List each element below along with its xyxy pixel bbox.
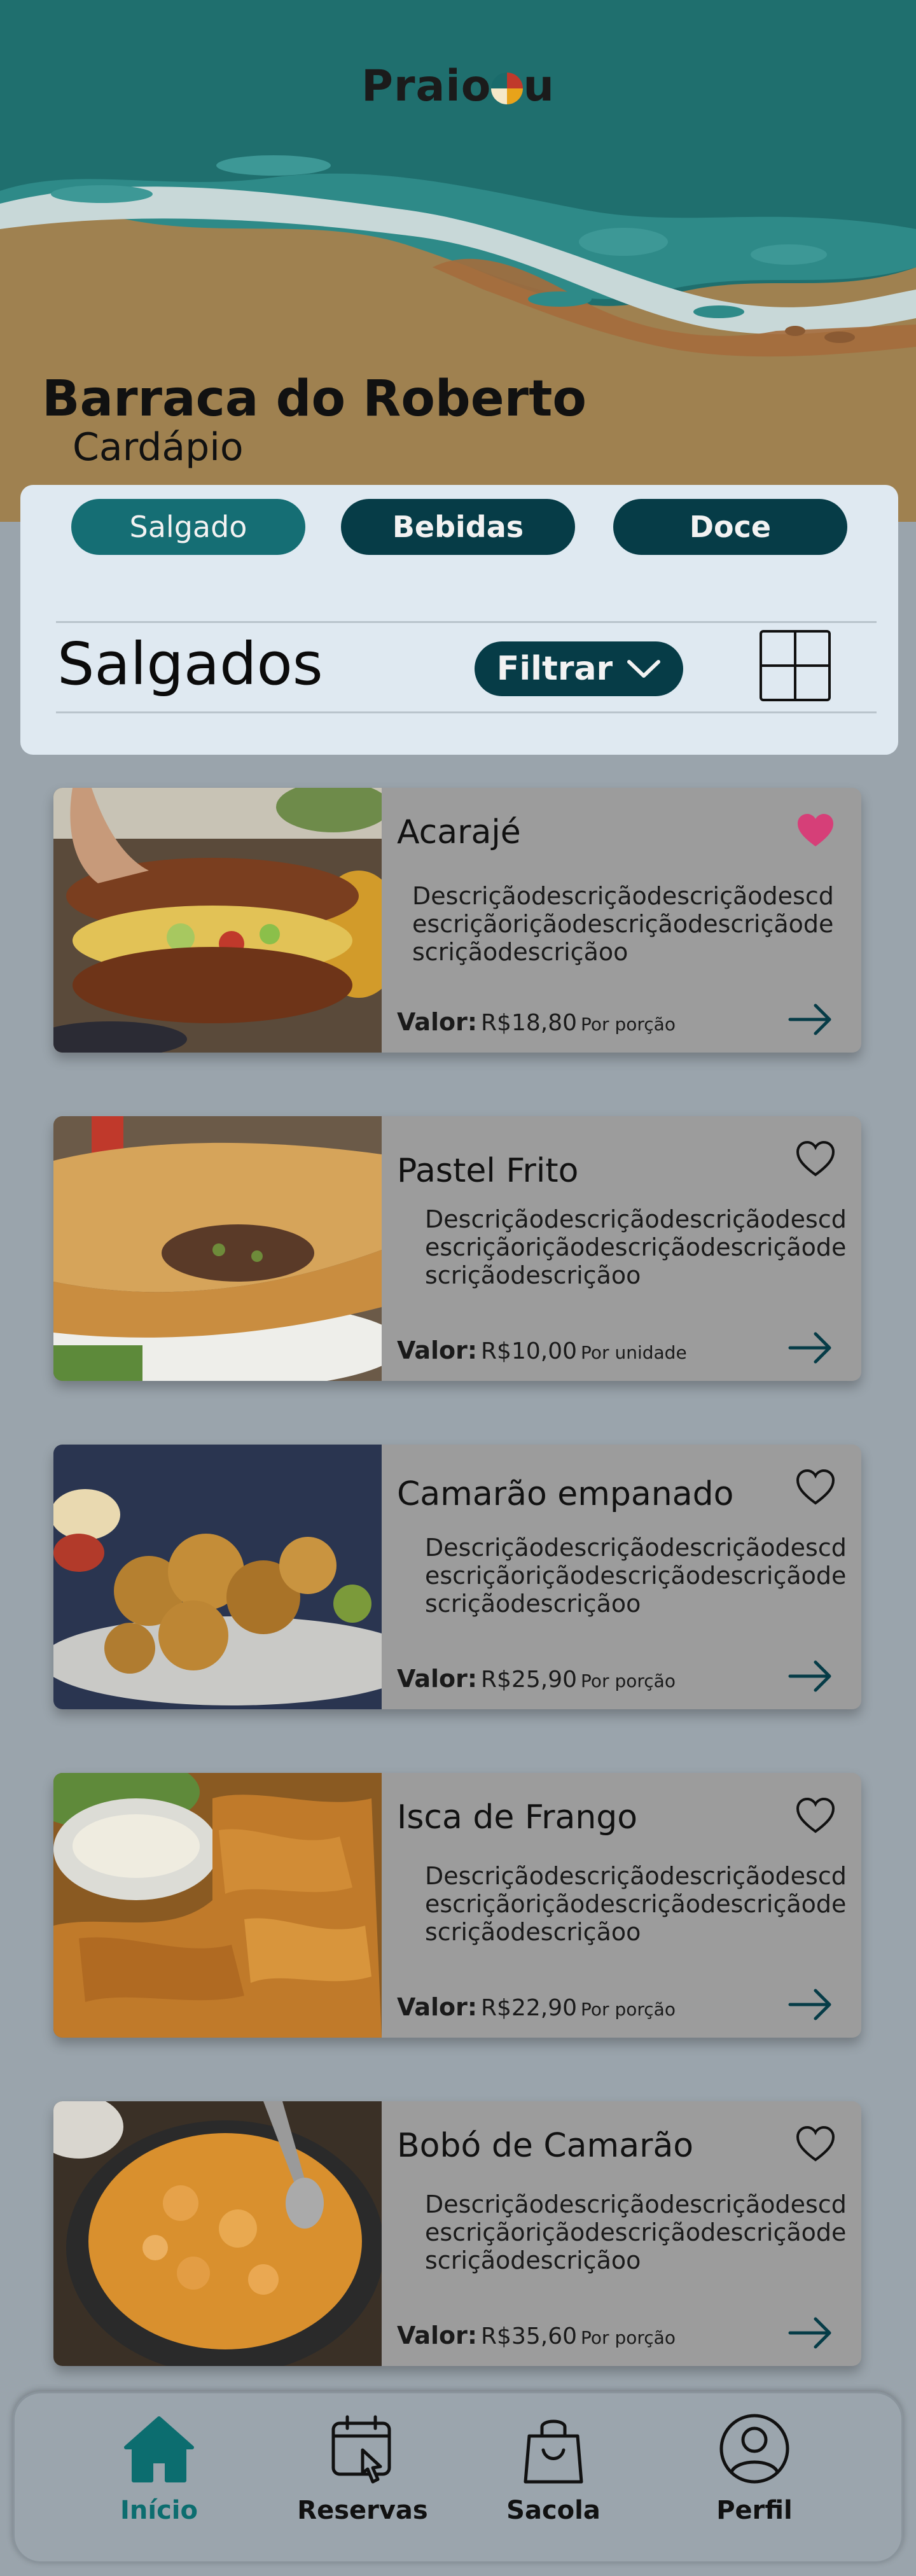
item-price: R$10,00: [481, 1338, 578, 1364]
shopping-bag-icon: [524, 2419, 583, 2484]
bobo-camarao-image: [53, 2101, 382, 2366]
logo-text: Praio: [361, 61, 492, 111]
menu-item-card[interactable]: Camarão empanado Descriçãodescriçãodescr…: [53, 1445, 861, 1709]
acaraje-image: [53, 788, 382, 1053]
menu-item-card[interactable]: Bobó de Camarão Descriçãodescriçãodescri…: [53, 2101, 861, 2366]
category-panel: Salgado Bebidas Doce Salgados Filtrar: [20, 485, 898, 755]
app-logo: Praio u: [0, 61, 916, 111]
price-row: Valor: R$22,90 Por porção: [397, 1993, 676, 2021]
chevron-down-icon: [627, 660, 661, 678]
item-description: Descriçãodescriçãodescriçãodescdescrição…: [425, 1205, 847, 1289]
item-description: Descriçãodescriçãodescriçãodescdescrição…: [425, 1862, 847, 1946]
heart-outline-icon[interactable]: [795, 2125, 836, 2162]
item-unit: Por porção: [581, 1999, 676, 2020]
price-row: Valor: R$10,00 Por unidade: [397, 1336, 687, 1364]
item-unit: Por unidade: [581, 1342, 687, 1363]
item-price: R$35,60: [481, 2323, 578, 2349]
item-unit: Por porção: [581, 2327, 676, 2348]
pastel-image: [53, 1116, 382, 1381]
price-row: Valor: R$35,60 Por porção: [397, 2321, 676, 2349]
item-name: Isca de Frango: [397, 1798, 638, 1837]
nav-label: Sacola: [506, 2496, 600, 2525]
item-price: R$18,80: [481, 1010, 578, 1036]
calendar-touch-icon: [331, 2415, 391, 2484]
price-row: Valor: R$25,90 Por porção: [397, 1665, 676, 1693]
grid-view-icon[interactable]: [760, 630, 831, 701]
user-icon: [719, 2414, 789, 2484]
item-unit: Por porção: [581, 1014, 676, 1035]
item-name: Camarão empanado: [397, 1475, 734, 1513]
heart-outline-icon[interactable]: [795, 1469, 836, 1506]
heart-outline-icon[interactable]: [795, 1797, 836, 1834]
item-price: R$22,90: [481, 1995, 578, 2021]
store-name: Barraca do Roberto: [42, 370, 586, 428]
category-salgado-button[interactable]: Salgado: [71, 499, 305, 555]
nav-item-perfil[interactable]: Perfil: [665, 2411, 843, 2551]
divider-bottom: [56, 711, 877, 713]
beach-header: Praio u Barraca do Roberto Cardápio: [0, 0, 916, 522]
item-description: Descriçãodescriçãodescriçãodescdescrição…: [412, 882, 834, 966]
item-description: Descriçãodescriçãodescriçãodescdescrição…: [425, 1534, 847, 1618]
beach-ball-icon: [491, 73, 524, 104]
nav-item-sacola[interactable]: Sacola: [464, 2411, 642, 2551]
value-label: Valor:: [397, 1665, 478, 1693]
logo-text-end: u: [523, 61, 555, 111]
price-row: Valor: R$18,80 Por porção: [397, 1008, 676, 1036]
item-unit: Por porção: [581, 1670, 676, 1691]
nav-label: Reservas: [297, 2496, 428, 2525]
item-price: R$25,90: [481, 1667, 578, 1693]
arrow-right-icon[interactable]: [788, 1331, 833, 1364]
nav-item-reservas[interactable]: Reservas: [274, 2411, 452, 2551]
category-bebidas-button[interactable]: Bebidas: [341, 499, 575, 555]
home-icon: [124, 2416, 194, 2482]
category-doce-button[interactable]: Doce: [613, 499, 847, 555]
item-name: Pastel Frito: [397, 1152, 579, 1190]
bottom-nav: Início Reservas Sacola Perfil: [13, 2391, 903, 2563]
arrow-right-icon[interactable]: [788, 1003, 833, 1036]
isca-frango-image: [53, 1773, 382, 2038]
value-label: Valor:: [397, 1993, 478, 2021]
menu-item-card[interactable]: Isca de Frango Descriçãodescriçãodescriç…: [53, 1773, 861, 2038]
filter-button[interactable]: Filtrar: [475, 641, 683, 696]
menu-item-card[interactable]: Pastel Frito Descriçãodescriçãodescrição…: [53, 1116, 861, 1381]
value-label: Valor:: [397, 2321, 478, 2349]
heart-outline-icon[interactable]: [795, 1140, 836, 1177]
item-description: Descriçãodescriçãodescriçãodescdescrição…: [425, 2190, 847, 2274]
menu-subtitle: Cardápio: [73, 425, 244, 470]
heart-filled-icon[interactable]: [795, 812, 836, 849]
nav-item-inicio[interactable]: Início: [70, 2411, 248, 2551]
menu-item-card[interactable]: Acarajé Descriçãodescriçãodescriçãodescd…: [53, 788, 861, 1053]
value-label: Valor:: [397, 1008, 478, 1036]
arrow-right-icon[interactable]: [788, 1660, 833, 1693]
divider-top: [56, 621, 877, 623]
nav-label: Perfil: [716, 2496, 793, 2525]
app-screen: Praio u Barraca do Roberto Cardápio Salga…: [0, 0, 916, 2576]
arrow-right-icon[interactable]: [788, 1988, 833, 2021]
nav-label: Início: [120, 2496, 198, 2525]
filter-label: Filtrar: [496, 650, 613, 688]
item-name: Bobó de Camarão: [397, 2127, 694, 2165]
arrow-right-icon[interactable]: [788, 2316, 833, 2349]
item-name: Acarajé: [397, 813, 521, 851]
camarao-image: [53, 1445, 382, 1709]
section-title: Salgados: [57, 630, 323, 698]
value-label: Valor:: [397, 1336, 478, 1364]
